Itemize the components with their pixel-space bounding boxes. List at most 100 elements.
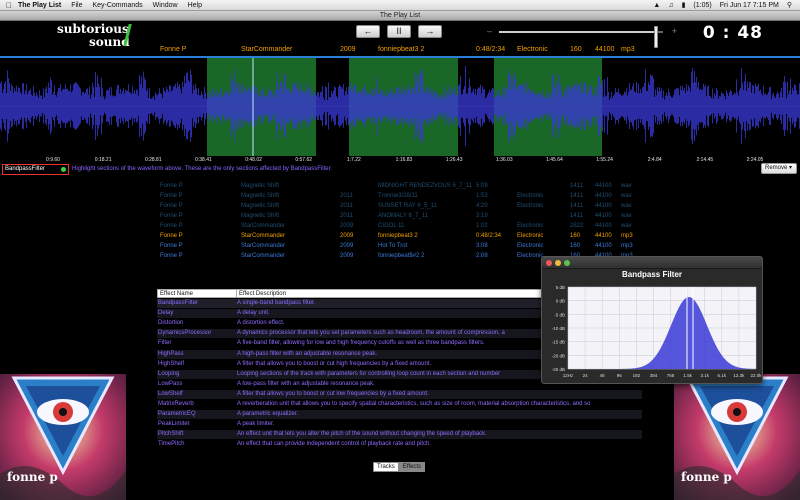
menu-help[interactable]: Help xyxy=(188,0,202,11)
volume-track[interactable] xyxy=(499,26,663,48)
now-genre: Electronic xyxy=(517,46,548,53)
previous-button[interactable]: ← xyxy=(356,25,380,38)
effect-name: LowPass xyxy=(158,380,183,387)
freq-tick-label: 768 xyxy=(667,373,675,378)
now-title: fonniepbeat3 2 xyxy=(378,46,425,53)
next-button[interactable]: → xyxy=(418,25,442,38)
track-row[interactable]: Fonne P Magnetic Shift 2011 Tronnie3/28/11 1… xyxy=(0,192,800,201)
menu-file[interactable]: File xyxy=(71,0,82,11)
bandpass-response-graph[interactable]: 5 dB 0 dB -5 dB -10 dB -15 dB -20 dB -25 dB12H… xyxy=(542,283,762,383)
now-year: 2009 xyxy=(340,46,356,53)
track-genre: Electronic xyxy=(517,243,544,249)
track-format: wav xyxy=(621,193,632,199)
waveform-panel[interactable] xyxy=(0,56,800,164)
freq-tick-label: 96 xyxy=(617,373,623,378)
volume-slider[interactable]: – + xyxy=(487,26,677,48)
freq-tick-label: 48 xyxy=(600,373,606,378)
track-year: 2009 xyxy=(340,253,354,259)
track-format: mp3 xyxy=(621,233,633,239)
track-title: SUNSET RAY 6_5_11 xyxy=(378,203,437,209)
logo-text-top: subtorious xyxy=(57,22,129,36)
track-title: MIDNIGHT RENDEZVOUS 6_7_11 xyxy=(378,183,473,189)
menu-window[interactable]: Window xyxy=(153,0,178,11)
track-row[interactable]: Fonne P StarCommander 2009 fonniepbeat3 2 0:… xyxy=(0,232,800,241)
effect-name: ParametricEQ xyxy=(158,411,196,418)
waveform[interactable] xyxy=(0,56,800,156)
track-row[interactable]: Fonne P Magnetic Shift 2011 ANOMALY 6_7_11 3… xyxy=(0,212,800,221)
freq-tick-label: 24 xyxy=(583,373,589,378)
track-bpm: 160 xyxy=(570,233,581,239)
player-header: subtorious sound ← II → – + 0 : 48 Fonne… xyxy=(0,21,800,58)
track-artist: Fonne P xyxy=(160,253,183,259)
spotlight-icon[interactable]: ⚲ xyxy=(787,0,792,11)
track-album: StarCommander xyxy=(241,243,286,249)
menubar-status: ▲ ♫ ▮ (1:05) Fri Jun 17 7:15 PM ⚲ xyxy=(653,0,800,11)
track-row[interactable]: Fonne P StarCommander 2009 Hot To Trot 3:08 E… xyxy=(0,242,800,251)
track-format: wav xyxy=(621,183,632,189)
effect-row[interactable]: PitchShift An effect unit that lets you a… xyxy=(157,430,642,440)
track-bpm: 1411 xyxy=(570,183,583,189)
menu-key-commands[interactable]: Key-Commands xyxy=(92,0,142,11)
tab-effects[interactable]: Effects xyxy=(398,462,426,472)
effect-row[interactable]: LowShelf A filter that allows you to boos… xyxy=(157,389,642,399)
tab-tracks[interactable]: Tracks xyxy=(373,462,399,472)
menu-app-name[interactable]: The Play List xyxy=(18,0,61,11)
minimize-icon[interactable] xyxy=(555,260,561,266)
wifi-icon[interactable]: ▲ xyxy=(653,0,660,11)
volume-icon[interactable]: ♫ xyxy=(668,0,673,11)
track-rate: 44100 xyxy=(595,203,612,209)
pause-button[interactable]: II xyxy=(387,25,411,38)
now-album: StarCommander xyxy=(241,46,293,53)
clock[interactable]: Fri Jun 17 7:15 PM xyxy=(720,0,779,11)
effect-description: A distortion effect. xyxy=(237,320,285,327)
db-tick-label: 5 dB xyxy=(556,285,565,290)
effect-row[interactable]: PeakLimiter A peak limiter. xyxy=(157,420,642,429)
bandpass-window: Bandpass Filter 5 dB 0 dB -5 dB -10 dB -15 d… xyxy=(541,256,763,384)
track-title: CIGOL 11 xyxy=(378,223,405,229)
app-root:  The Play List File Key-Commands Window… xyxy=(0,0,800,500)
track-album: Magnetic Shift xyxy=(241,213,280,219)
track-rate: 44100 xyxy=(595,193,612,199)
freq-tick-label: 12.3k xyxy=(733,373,745,378)
track-bpm: 1411 xyxy=(570,213,583,219)
db-tick-label: -20 dB xyxy=(552,353,565,358)
battery-time: (1:05) xyxy=(693,1,712,9)
track-artist: Fonne P xyxy=(160,213,183,219)
active-filter-pill[interactable]: BandpassFilter xyxy=(2,164,69,175)
track-title: fonniepbeat$#2 2 xyxy=(378,253,425,259)
track-row[interactable]: Fonne P Magnetic Shift MIDNIGHT RENDEZVOUS… xyxy=(0,182,800,191)
menubar:  The Play List File Key-Commands Window… xyxy=(0,0,800,11)
track-time: 3:08 xyxy=(476,243,488,249)
zoom-icon[interactable] xyxy=(564,260,570,266)
track-bpm: 160 xyxy=(570,243,581,249)
effect-description: A reverberation unit that allows you to … xyxy=(237,401,591,407)
db-tick-label: -10 dB xyxy=(552,326,565,331)
track-row[interactable]: Fonne P StarCommander 2009 CIGOL 11 1:02 Elec… xyxy=(0,222,800,231)
track-year: 2009 xyxy=(340,223,354,229)
db-tick-label: 0 dB xyxy=(556,299,565,304)
effect-row[interactable]: MatrixReverb A reverberation unit that al… xyxy=(157,400,642,409)
freq-tick-label: 192 xyxy=(633,373,641,378)
track-time: 4:20 xyxy=(476,203,488,209)
bandpass-titlebar[interactable] xyxy=(542,257,762,269)
effect-description: A filter that allows you to boost or cut… xyxy=(237,360,432,367)
track-genre: Electronic xyxy=(517,223,544,229)
track-genre: Electronic xyxy=(517,253,544,259)
col-effect-name[interactable]: Effect Name xyxy=(160,290,193,298)
window-controls xyxy=(546,260,570,266)
battery-icon[interactable]: ▮ xyxy=(682,0,686,11)
track-row[interactable]: Fonne P Magnetic Shift 2011 SUNSET RAY 6_5_… xyxy=(0,202,800,211)
effect-description: An effect that can provide independent c… xyxy=(237,441,432,448)
track-time: 1:53 xyxy=(476,193,488,199)
effect-row[interactable]: TimePitch An effect that can provide inde… xyxy=(157,440,642,449)
track-bpm: 2822 xyxy=(570,223,584,229)
close-icon[interactable] xyxy=(546,260,552,266)
track-album: StarCommander xyxy=(241,253,286,259)
effect-row[interactable]: ParametricEQ A parametric equalizer. xyxy=(157,410,642,420)
effect-name: HighShelf xyxy=(158,360,185,367)
remove-filter-button[interactable]: Remove ▾ xyxy=(761,163,797,174)
freq-tick-label: 22.0k xyxy=(750,373,762,378)
col-effect-description[interactable]: Effect Description xyxy=(239,290,286,298)
apple-icon[interactable]:  xyxy=(0,1,18,10)
effect-name: PeakLimiter xyxy=(158,421,190,428)
